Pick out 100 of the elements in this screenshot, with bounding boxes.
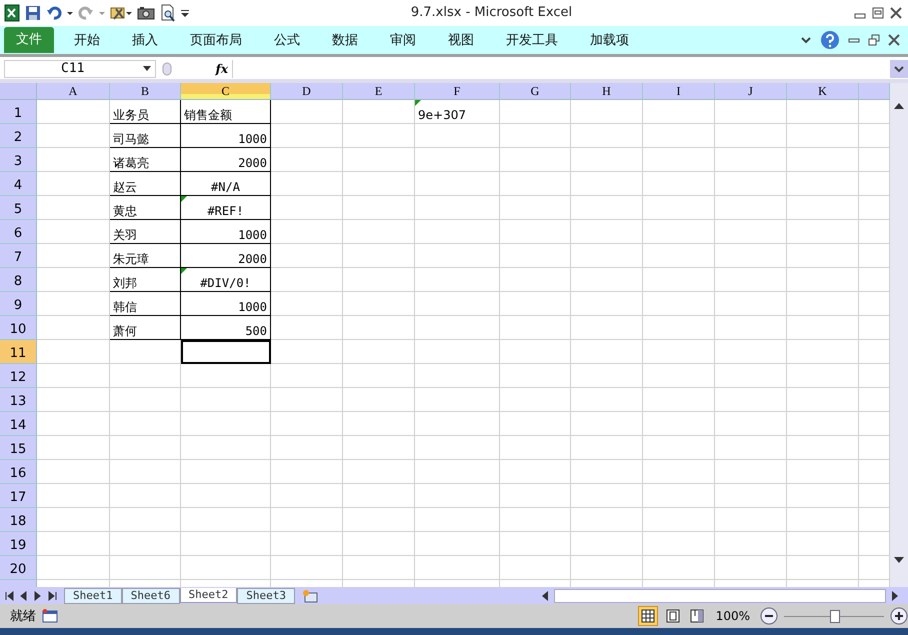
help-icon[interactable] xyxy=(820,30,840,50)
vertical-scrollbar[interactable] xyxy=(890,82,908,588)
excel-logo-icon[interactable] xyxy=(4,4,20,22)
row-header[interactable]: 1 xyxy=(0,100,37,124)
file-tab[interactable]: 文件 xyxy=(4,26,54,53)
caret-icon[interactable] xyxy=(143,66,151,72)
empty-cell xyxy=(715,460,787,484)
ribbon-tab[interactable]: 公式 xyxy=(258,30,316,49)
empty-cell xyxy=(643,124,715,148)
row-header[interactable]: 11 xyxy=(0,340,37,364)
column-header[interactable]: B xyxy=(110,82,181,100)
row-header[interactable]: 7 xyxy=(0,244,37,268)
column-header[interactable]: H xyxy=(571,82,643,100)
ribbon-tab[interactable]: 数据 xyxy=(316,30,374,49)
empty-cell xyxy=(787,172,859,196)
new-sheet-icon[interactable] xyxy=(301,588,319,603)
column-header[interactable]: C xyxy=(181,82,271,100)
scroll-right-icon[interactable] xyxy=(890,590,900,602)
row-header[interactable]: 2 xyxy=(0,124,37,148)
close-icon[interactable] xyxy=(888,34,900,46)
ribbon-tab[interactable]: 开发工具 xyxy=(490,30,574,49)
zoom-level[interactable]: 100% xyxy=(712,609,754,624)
empty-cell xyxy=(271,436,343,460)
column-header[interactable]: G xyxy=(500,82,571,100)
restore-icon[interactable] xyxy=(872,6,884,19)
empty-cell xyxy=(787,148,859,172)
print-preview-icon[interactable] xyxy=(160,4,176,22)
row-header[interactable]: 12 xyxy=(0,364,37,388)
sheet-tab[interactable]: Sheet1 xyxy=(64,588,122,604)
empty-cell xyxy=(787,316,859,340)
row-header[interactable]: 4 xyxy=(0,172,37,196)
row-header[interactable]: 19 xyxy=(0,532,37,556)
sheet-tab[interactable]: Sheet3 xyxy=(237,588,295,604)
normal-view-button[interactable] xyxy=(638,606,658,626)
row-header[interactable]: 9 xyxy=(0,292,37,316)
zoom-out-icon[interactable] xyxy=(760,607,778,626)
restore-icon[interactable] xyxy=(868,34,880,46)
zoom-slider-thumb[interactable] xyxy=(830,610,840,623)
close-icon[interactable] xyxy=(890,6,902,19)
row-header[interactable]: 14 xyxy=(0,412,37,436)
row-header[interactable]: 20 xyxy=(0,556,37,580)
insert-function-button[interactable]: fx xyxy=(216,62,228,76)
table-cell: 2000 xyxy=(181,148,271,172)
page-layout-view-button[interactable] xyxy=(664,607,682,626)
save-icon[interactable] xyxy=(25,4,41,21)
camera-icon[interactable] xyxy=(137,4,155,21)
column-header[interactable]: J xyxy=(715,82,787,100)
column-header[interactable]: F xyxy=(415,82,500,100)
row-header[interactable]: 6 xyxy=(0,220,37,244)
empty-cell xyxy=(110,364,181,388)
expand-icon[interactable] xyxy=(890,60,908,78)
row-header[interactable]: 17 xyxy=(0,484,37,508)
empty-cell xyxy=(343,196,415,220)
undo-icon[interactable] xyxy=(46,4,62,21)
row-header[interactable]: 18 xyxy=(0,508,37,532)
zoom-in-icon[interactable] xyxy=(890,607,908,626)
row-header[interactable]: 10 xyxy=(0,316,37,340)
sheet-tab[interactable]: Sheet2 xyxy=(180,588,238,604)
empty-cell xyxy=(110,508,181,532)
empty-cell xyxy=(271,220,343,244)
ribbon-tab[interactable]: 审阅 xyxy=(374,30,432,49)
ribbon-tab[interactable]: 开始 xyxy=(58,30,116,49)
ribbon-tab[interactable]: 页面布局 xyxy=(174,30,258,49)
last-sheet-icon[interactable] xyxy=(46,590,58,602)
tools-icon[interactable] xyxy=(110,4,132,21)
empty-cell xyxy=(787,340,859,364)
column-header[interactable]: K xyxy=(787,82,859,100)
empty-cell xyxy=(643,388,715,412)
row-header[interactable]: 3 xyxy=(0,148,37,172)
empty-cell xyxy=(343,508,415,532)
column-header[interactable]: D xyxy=(271,82,343,100)
row-header[interactable]: 15 xyxy=(0,436,37,460)
empty-cell xyxy=(643,268,715,292)
empty-cell xyxy=(110,388,181,412)
empty-cell xyxy=(500,412,571,436)
first-sheet-icon[interactable] xyxy=(4,590,16,602)
row-header[interactable]: 8 xyxy=(0,268,37,292)
ribbon-tab[interactable]: 加载项 xyxy=(574,30,645,49)
active-cell[interactable] xyxy=(181,340,271,364)
page-layout-view-icon xyxy=(664,608,681,624)
empty-cell xyxy=(500,460,571,484)
empty-cell xyxy=(110,412,181,436)
name-box[interactable]: C11 xyxy=(4,60,156,78)
column-header[interactable]: I xyxy=(643,82,715,100)
row-header[interactable]: 16 xyxy=(0,460,37,484)
ribbon-tab[interactable]: 插入 xyxy=(116,30,174,49)
macro-record-icon[interactable] xyxy=(42,609,58,624)
row-header[interactable]: 13 xyxy=(0,388,37,412)
empty-cell xyxy=(571,172,643,196)
handle-icon[interactable] xyxy=(162,62,172,76)
row-header[interactable]: 5 xyxy=(0,196,37,220)
column-header[interactable]: E xyxy=(343,82,415,100)
empty-cell xyxy=(643,508,715,532)
empty-cell xyxy=(271,268,343,292)
column-header[interactable]: A xyxy=(37,82,110,100)
ribbon-tab[interactable]: 视图 xyxy=(432,30,490,49)
sheet-tab[interactable]: Sheet6 xyxy=(122,588,180,604)
table-cell: 萧何 xyxy=(110,316,181,340)
scroll-left-icon[interactable] xyxy=(540,590,550,602)
page-break-view-button[interactable] xyxy=(688,607,706,626)
